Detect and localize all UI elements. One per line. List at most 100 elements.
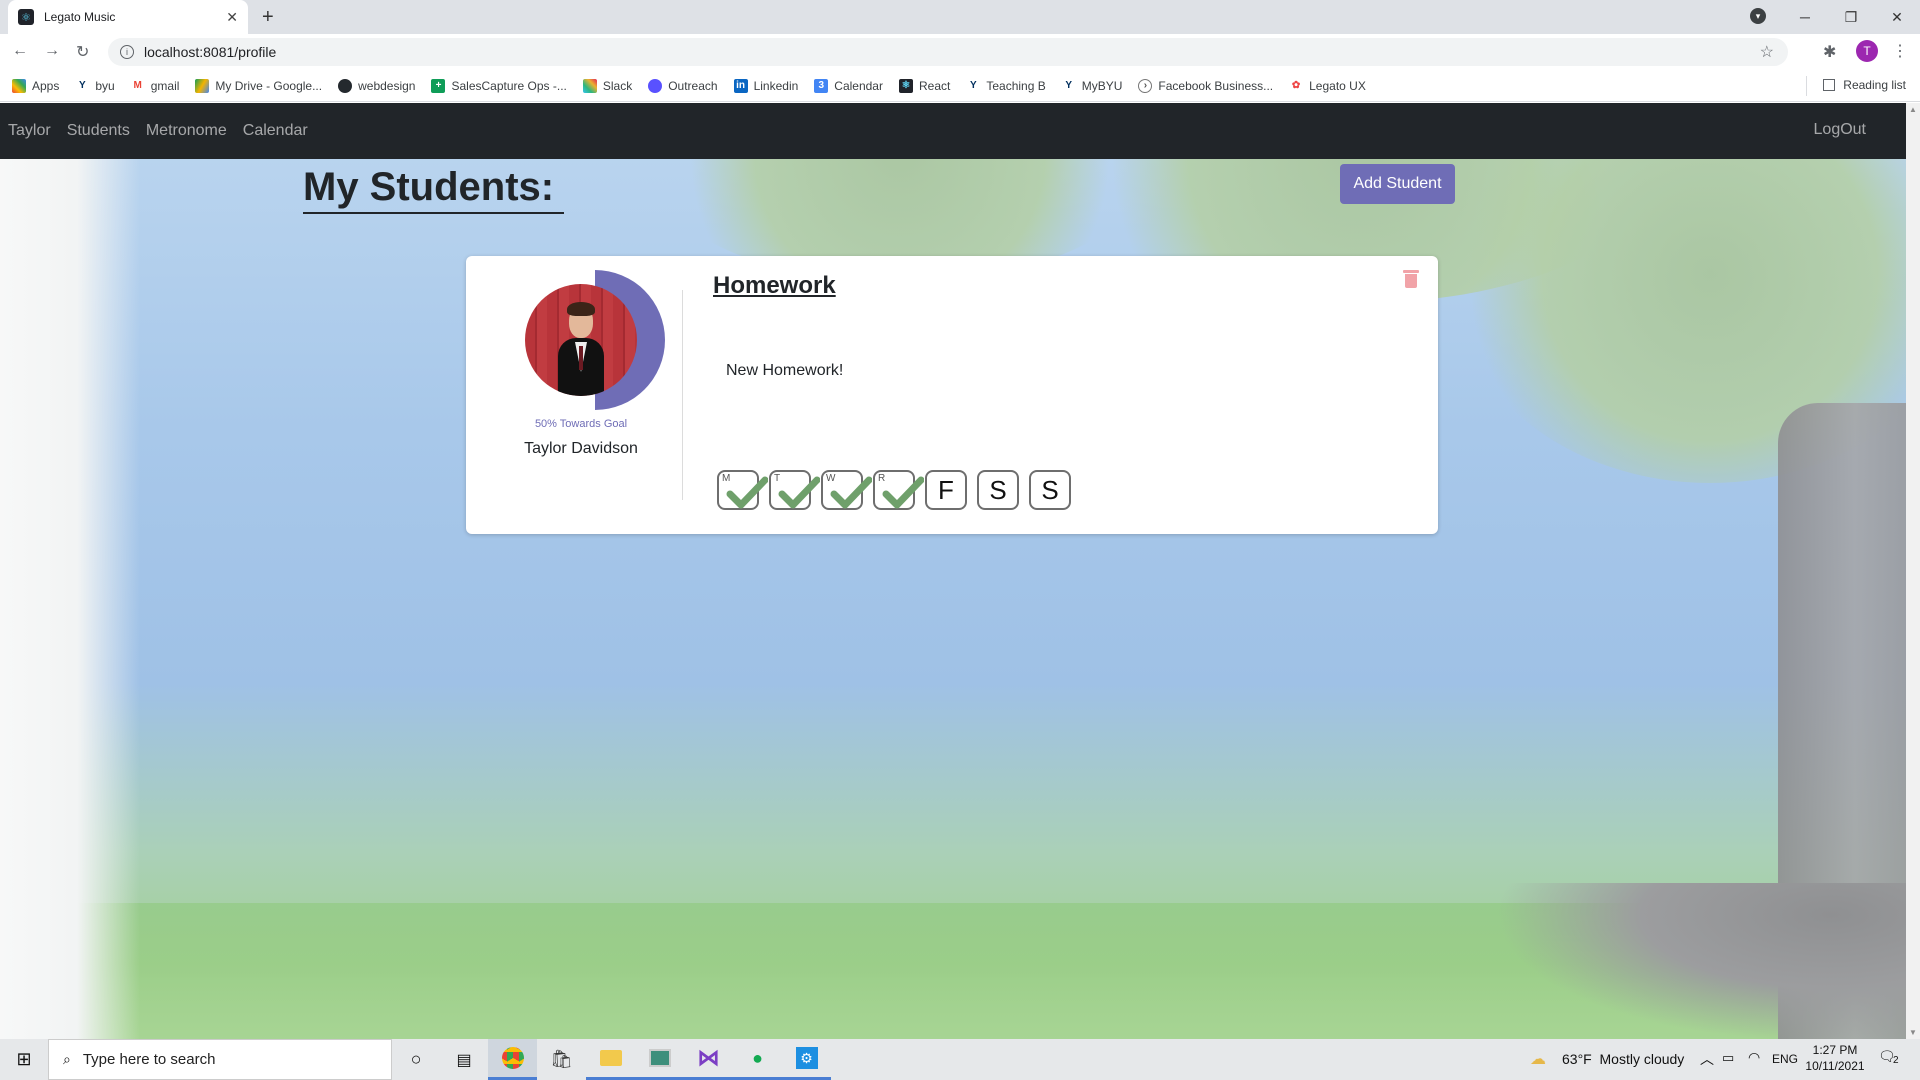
bookmark-webdesign[interactable]: webdesign <box>338 78 415 93</box>
taskbar-search[interactable]: ⌕ Type here to search <box>48 1039 392 1080</box>
practice-day-3[interactable]: W <box>821 470 872 510</box>
browser-tab[interactable]: ⚛ Legato Music ✕ <box>8 0 248 34</box>
language-indicator[interactable]: ENG <box>1772 1052 1798 1066</box>
bookmark-facebook-business[interactable]: › Facebook Business... <box>1138 78 1273 93</box>
bookmark-gmail[interactable]: Mgmail <box>130 78 179 93</box>
reload-icon[interactable]: ↻ <box>76 42 89 62</box>
bookmark-drive[interactable]: My Drive - Google... <box>195 78 322 93</box>
clock[interactable]: 1:27 PM 10/11/2021 <box>1804 1042 1866 1074</box>
bookmark-react[interactable]: ⚛ React <box>898 78 950 93</box>
task-view-icon[interactable]: ▤ <box>440 1050 488 1070</box>
outreach-icon <box>648 78 663 93</box>
bookmark-teaching-b[interactable]: Y Teaching B <box>966 78 1046 93</box>
practice-day-5[interactable]: F <box>925 470 967 510</box>
page-viewport: Taylor Students Metronome Calendar LogOu… <box>0 103 1906 1039</box>
tab-title: Legato Music <box>44 10 116 24</box>
windows-start-icon[interactable]: ⊞ <box>0 1049 48 1070</box>
extensions-icon[interactable]: ✱ <box>1823 42 1836 62</box>
wifi-icon[interactable]: ◠ <box>1748 1049 1760 1066</box>
nav-link-taylor[interactable]: Taylor <box>8 122 51 140</box>
site-info-icon[interactable]: i <box>120 45 134 59</box>
profile-avatar[interactable]: T <box>1856 40 1878 62</box>
back-icon[interactable]: ← <box>12 42 28 60</box>
bookmark-slack[interactable]: Slack <box>582 78 632 93</box>
search-icon: ⌕ <box>63 1051 71 1067</box>
cortana-icon[interactable]: ○ <box>392 1049 440 1070</box>
facebook-business-icon: › <box>1138 78 1153 93</box>
tab-search-icon[interactable]: ▾ <box>1750 8 1766 24</box>
bookmark-calendar[interactable]: 3 Calendar <box>814 78 883 93</box>
weather-icon[interactable]: ☁ <box>1530 1049 1546 1069</box>
checkmark-icon <box>778 476 820 509</box>
page-scrollbar[interactable]: ▲ ▼ <box>1906 103 1920 1039</box>
bookmark-mybyu[interactable]: Y MyBYU <box>1061 78 1122 93</box>
homework-title: Homework <box>713 272 836 299</box>
scroll-up-icon[interactable]: ▲ <box>1909 105 1917 114</box>
chrome-taskbar-icon[interactable] <box>488 1039 537 1080</box>
goal-progress-text: 50% Towards Goal <box>534 418 628 430</box>
bookmark-legato-ux[interactable]: ✿ Legato UX <box>1289 78 1366 93</box>
calendar-icon: 3 <box>814 78 829 93</box>
checkmark-icon <box>726 476 768 509</box>
logout-link[interactable]: LogOut <box>1814 121 1866 139</box>
student-profile[interactable]: 50% Towards Goal Taylor Davidson <box>466 256 682 534</box>
settings-taskbar-icon[interactable]: ⚙ <box>782 1039 831 1080</box>
byu-icon: Y <box>1061 78 1076 93</box>
practice-day-4[interactable]: R <box>873 470 924 510</box>
practice-day-7[interactable]: S <box>1029 470 1071 510</box>
nav-link-metronome[interactable]: Metronome <box>146 122 227 140</box>
nav-link-students[interactable]: Students <box>67 122 130 140</box>
bookmark-outreach[interactable]: Outreach <box>648 78 718 93</box>
battery-icon[interactable]: ▭ <box>1722 1050 1734 1066</box>
bookmark-salescapture[interactable]: + SalesCapture Ops -... <box>431 78 567 93</box>
practice-day-1[interactable]: M <box>717 470 768 510</box>
bookmark-apps[interactable]: Apps <box>12 78 59 93</box>
taskbar-search-placeholder: Type here to search <box>82 1051 216 1068</box>
page-title: My Students: <box>303 162 565 214</box>
practice-day-letter: F <box>938 474 954 505</box>
new-tab-icon[interactable]: + <box>262 6 274 29</box>
bookmark-byu[interactable]: Ybyu <box>75 78 115 93</box>
app-taskbar-icon[interactable] <box>635 1039 684 1080</box>
card-divider <box>682 290 683 500</box>
practice-day-letter: S <box>989 474 1007 505</box>
minimize-icon[interactable]: ─ <box>1782 0 1828 34</box>
url-text[interactable]: localhost:8081/profile <box>144 44 276 60</box>
bookmark-linkedin[interactable]: in Linkedin <box>733 78 798 93</box>
byu-icon: Y <box>966 78 981 93</box>
weather-text[interactable]: 63°F Mostly cloudy <box>1562 1051 1684 1067</box>
practice-day-2[interactable]: T <box>769 470 820 510</box>
sheets-icon: + <box>431 78 446 93</box>
mongodb-taskbar-icon[interactable]: ● <box>733 1039 782 1080</box>
background-tree-roots <box>1495 883 1906 1039</box>
reading-list-icon <box>1823 79 1836 91</box>
file-explorer-taskbar-icon[interactable] <box>586 1039 635 1080</box>
address-bar[interactable]: i localhost:8081/profile ☆ <box>108 38 1788 66</box>
student-avatar <box>525 284 637 396</box>
practice-day-letter: S <box>1041 474 1059 505</box>
menu-icon[interactable]: ⋮ <box>1892 41 1908 61</box>
close-tab-icon[interactable]: ✕ <box>226 9 238 26</box>
tray-chevron-icon[interactable]: ︿ <box>1700 1049 1714 1069</box>
scroll-down-icon[interactable]: ▼ <box>1909 1028 1917 1037</box>
forward-icon[interactable]: → <box>44 42 60 60</box>
github-icon <box>338 78 353 93</box>
gmail-icon: M <box>130 78 145 93</box>
reading-list-button[interactable]: Reading list <box>1823 78 1906 92</box>
browser-tabstrip: ⚛ Legato Music ✕ + ▾ ─ ❐ ✕ <box>0 0 1920 34</box>
bookmark-star-icon[interactable]: ☆ <box>1760 42 1774 62</box>
checkmark-icon <box>830 476 872 509</box>
nav-link-calendar[interactable]: Calendar <box>243 122 308 140</box>
practice-day-6[interactable]: S <box>977 470 1019 510</box>
visual-studio-taskbar-icon[interactable]: ⋈ <box>684 1039 733 1080</box>
browser-toolbar: ← → ↻ i localhost:8081/profile ☆ <box>0 34 1920 70</box>
trash-icon[interactable] <box>1403 270 1419 288</box>
bookmarks-divider <box>1806 76 1807 96</box>
linkedin-icon: in <box>733 78 748 93</box>
byu-icon: Y <box>75 78 90 93</box>
store-taskbar-icon[interactable]: 🛍 <box>537 1049 586 1070</box>
practice-days: MTWRF S S <box>717 470 1081 510</box>
restore-icon[interactable]: ❐ <box>1828 0 1874 34</box>
add-student-button[interactable]: Add Student <box>1340 164 1455 204</box>
close-window-icon[interactable]: ✕ <box>1874 0 1920 34</box>
